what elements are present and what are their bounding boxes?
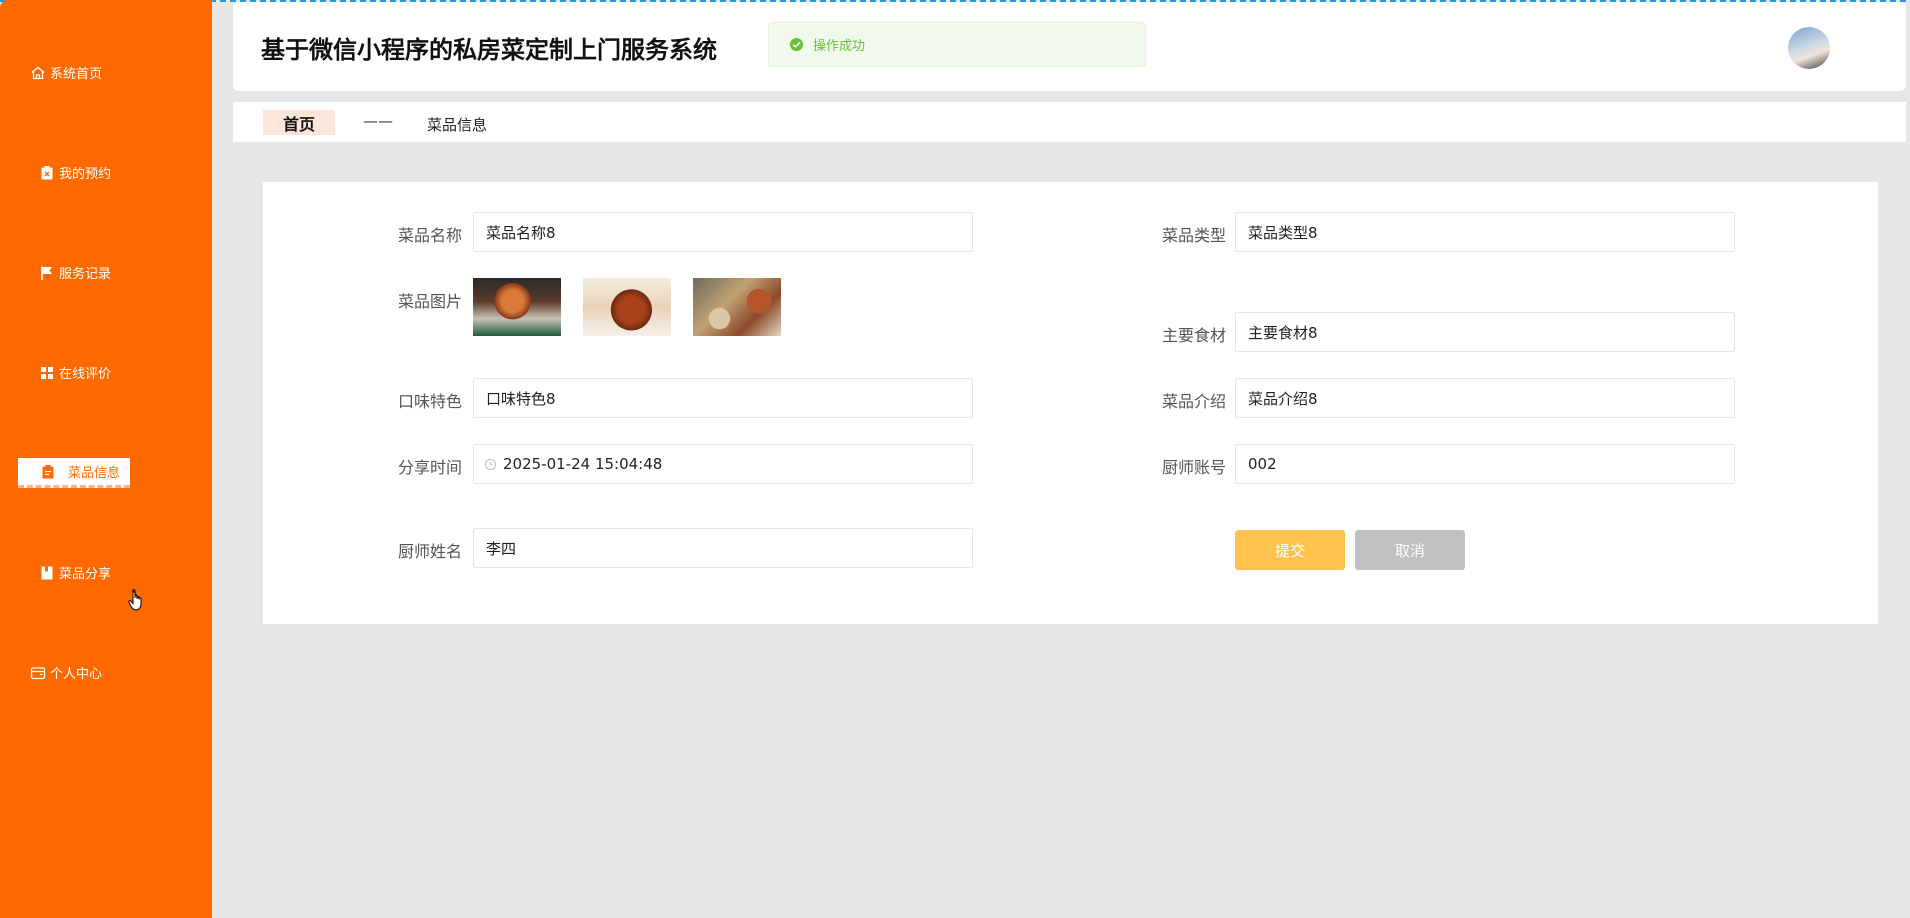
dish-name-input[interactable]: 菜品名称8	[473, 212, 973, 252]
clipboard-icon	[42, 464, 54, 478]
book-icon	[41, 566, 53, 579]
sidebar-item-label: 菜品信息	[68, 466, 121, 481]
avatar[interactable]	[1788, 27, 1830, 69]
dish-name-label: 菜品名称	[398, 226, 463, 245]
chef-account-label: 厨师账号	[1162, 458, 1227, 477]
chef-account-input[interactable]: 002	[1235, 444, 1735, 484]
cancel-button[interactable]: 取消	[1355, 530, 1465, 570]
sidebar-item-reviews[interactable]: 在线评价	[39, 363, 111, 382]
clock-icon	[484, 458, 497, 470]
sidebar-item-profile[interactable]: 个人中心	[30, 663, 102, 682]
submit-button[interactable]: 提交	[1235, 530, 1345, 570]
intro-input[interactable]: 菜品介绍8	[1235, 378, 1735, 418]
breadcrumb-home[interactable]: 首页	[263, 110, 335, 135]
top-header: 基于微信小程序的私房菜定制上门服务系统 操作成功	[233, 2, 1906, 91]
sidebar-item-dish-info[interactable]: 菜品信息	[18, 458, 131, 488]
app-title: 基于微信小程序的私房菜定制上门服务系统	[261, 36, 717, 64]
sidebar-item-label: 系统首页	[50, 67, 103, 82]
check-circle-icon	[789, 37, 804, 52]
wallet-icon	[30, 666, 46, 679]
dish-type-input[interactable]: 菜品类型8	[1235, 212, 1735, 252]
home-icon	[31, 66, 45, 79]
dish-image-thumbnail[interactable]	[583, 278, 671, 336]
dish-form: 菜品名称 菜品名称8 菜品类型 菜品类型8 菜品图片 主要食材 主要食材8 口味…	[263, 182, 1878, 624]
sidebar-item-label: 个人中心	[50, 667, 103, 682]
chef-name-input[interactable]: 李四	[473, 528, 973, 568]
hand-cursor-icon	[128, 589, 142, 611]
grid-icon	[41, 366, 53, 379]
chef-name-label: 厨师姓名	[398, 542, 463, 561]
flag-icon	[41, 266, 52, 280]
main-ingredient-input[interactable]: 主要食材8	[1235, 312, 1735, 352]
sidebar-item-label: 我的预约	[59, 167, 112, 182]
sidebar-item-dish-share[interactable]: 菜品分享	[39, 563, 111, 582]
clipboard-x-icon	[41, 165, 53, 179]
success-toast: 操作成功	[768, 22, 1146, 67]
sidebar: 系统首页 我的预约 服务记录 在线评价 菜品信息 菜品分享 个人中心	[0, 0, 212, 918]
main-ingredient-label: 主要食材	[1162, 326, 1227, 345]
flavor-input[interactable]: 口味特色8	[473, 378, 973, 418]
share-time-value: 2025-01-24 15:04:48	[503, 455, 663, 473]
toast-message: 操作成功	[813, 39, 866, 54]
share-time-picker[interactable]: 2025-01-24 15:04:48	[473, 444, 973, 484]
breadcrumb-current: 菜品信息	[427, 116, 488, 134]
sidebar-item-label: 菜品分享	[59, 567, 112, 582]
breadcrumb: 首页 —— 菜品信息	[233, 102, 1906, 142]
sidebar-item-label: 服务记录	[59, 267, 112, 282]
sidebar-item-label: 在线评价	[59, 367, 112, 382]
dish-image-thumbnail[interactable]	[473, 278, 561, 336]
share-time-label: 分享时间	[398, 458, 463, 477]
dish-image-label: 菜品图片	[398, 292, 463, 311]
intro-label: 菜品介绍	[1162, 392, 1227, 411]
sidebar-item-service-records[interactable]: 服务记录	[39, 263, 111, 282]
dish-type-label: 菜品类型	[1162, 226, 1227, 245]
sidebar-item-home[interactable]: 系统首页	[30, 63, 102, 82]
dish-image-thumbnail[interactable]	[693, 278, 781, 336]
flavor-label: 口味特色	[398, 392, 463, 411]
sidebar-item-appointments[interactable]: 我的预约	[39, 163, 111, 182]
breadcrumb-separator: ——	[363, 112, 393, 130]
